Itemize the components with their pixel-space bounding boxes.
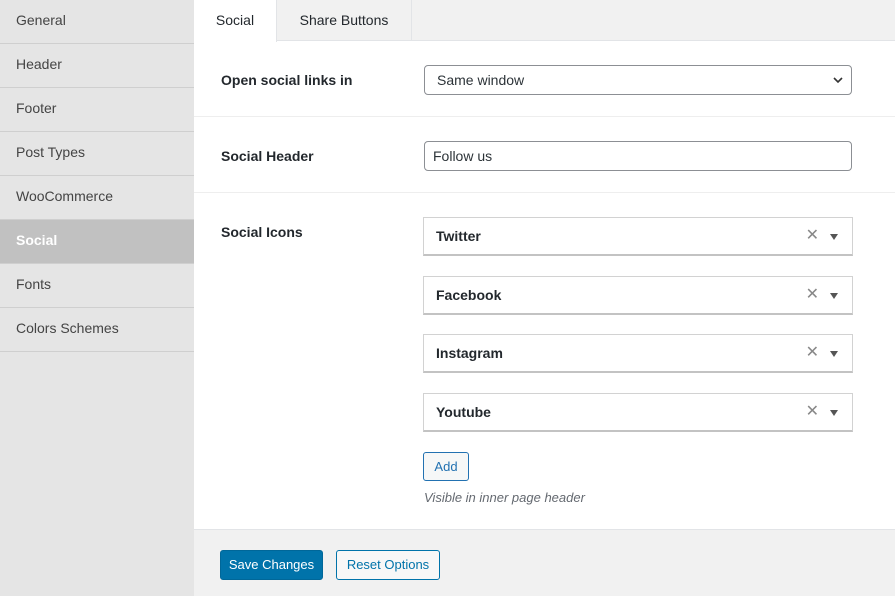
social-header-input[interactable]: [424, 141, 852, 171]
sidebar-item-header[interactable]: Header: [0, 44, 194, 88]
sidebar-item-post-types[interactable]: Post Types: [0, 132, 194, 176]
social-icon-select-twitter[interactable]: Twitter ✕: [423, 217, 853, 256]
caret-down-icon[interactable]: [830, 293, 838, 299]
clear-icon[interactable]: ✕: [806, 344, 819, 362]
chevron-down-icon: [833, 77, 843, 84]
clear-icon[interactable]: ✕: [806, 286, 819, 304]
settings-panel: Social Share Buttons Open social links i…: [194, 0, 895, 596]
clear-icon[interactable]: ✕: [806, 403, 819, 421]
add-social-icon-button[interactable]: Add: [423, 452, 469, 481]
caret-down-icon[interactable]: [830, 410, 838, 416]
open-links-selected-value: Same window: [437, 72, 525, 88]
reset-options-button[interactable]: Reset Options: [336, 550, 440, 580]
action-bar: Save Changes Reset Options: [194, 529, 895, 596]
clear-icon[interactable]: ✕: [806, 227, 819, 245]
social-icon-label: Facebook: [436, 287, 502, 303]
sidebar-item-social[interactable]: Social: [0, 220, 194, 264]
sidebar-item-fonts[interactable]: Fonts: [0, 264, 194, 308]
sidebar-item-colors-schemes[interactable]: Colors Schemes: [0, 308, 194, 352]
open-links-row: Open social links in Same window: [194, 41, 895, 117]
social-icons-help-text: Visible in inner page header: [424, 490, 585, 505]
social-icon-label: Youtube: [436, 404, 491, 420]
caret-down-icon[interactable]: [830, 234, 838, 240]
social-icon-select-youtube[interactable]: Youtube ✕: [423, 393, 853, 432]
social-icon-select-facebook[interactable]: Facebook ✕: [423, 276, 853, 315]
social-header-label: Social Header: [221, 148, 314, 164]
social-icons-label: Social Icons: [221, 224, 303, 240]
sidebar: General Header Footer Post Types WooComm…: [0, 0, 194, 596]
social-icon-label: Instagram: [436, 345, 503, 361]
sidebar-item-general[interactable]: General: [0, 0, 194, 44]
tab-share-buttons[interactable]: Share Buttons: [277, 0, 412, 41]
social-header-row: Social Header: [194, 117, 895, 193]
sidebar-item-footer[interactable]: Footer: [0, 88, 194, 132]
social-icon-select-instagram[interactable]: Instagram ✕: [423, 334, 853, 373]
save-changes-button[interactable]: Save Changes: [220, 550, 323, 580]
tab-social[interactable]: Social: [194, 0, 277, 42]
tab-bar: Social Share Buttons: [194, 0, 895, 42]
caret-down-icon[interactable]: [830, 351, 838, 357]
sidebar-item-woocommerce[interactable]: WooCommerce: [0, 176, 194, 220]
social-icon-label: Twitter: [436, 228, 481, 244]
social-icons-row: Social Icons Twitter ✕ Facebook ✕ Instag…: [194, 193, 895, 529]
open-links-select[interactable]: Same window: [424, 65, 852, 95]
open-links-label: Open social links in: [221, 72, 353, 88]
